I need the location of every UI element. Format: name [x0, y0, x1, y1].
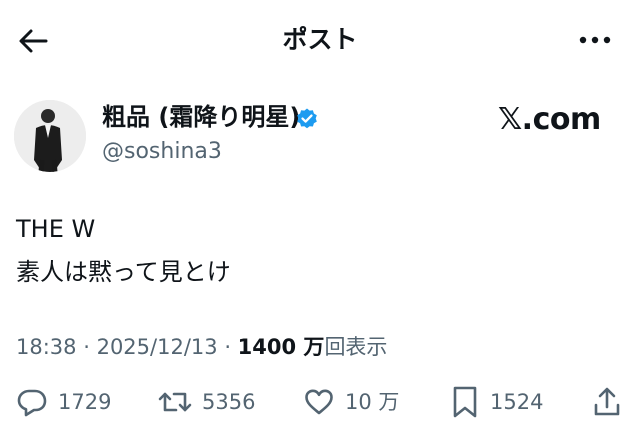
heart-icon: [305, 389, 333, 415]
share-button[interactable]: [592, 384, 622, 420]
bookmark-count: 1524: [490, 390, 544, 414]
repost-icon: [158, 392, 192, 412]
author-handle[interactable]: @soshina3: [102, 137, 222, 167]
more-button[interactable]: [578, 30, 612, 50]
tweet-text-line-1: THE W: [16, 215, 96, 243]
reply-icon: [17, 389, 47, 417]
repost-count: 5356: [202, 390, 256, 414]
view-label: 回表示: [324, 335, 388, 359]
bookmark-button[interactable]: 1524: [450, 384, 543, 420]
view-count: 1400 万: [237, 335, 325, 359]
share-icon: [594, 387, 620, 416]
tweet-text-line-2: 素人は黙って見とけ: [16, 258, 231, 286]
like-count: 10 万: [345, 390, 400, 414]
separator-dot: ·: [224, 335, 238, 359]
bookmark-icon: [453, 386, 477, 418]
separator-dot: ·: [83, 335, 97, 359]
like-button[interactable]: 10 万: [303, 384, 399, 420]
tweet-meta: 18:38 · 2025/12/13 · 1400 万回表示: [16, 332, 387, 362]
author-name[interactable]: 粗品 (霜降り明星): [102, 101, 300, 133]
avatar[interactable]: [14, 100, 86, 172]
x-com-watermark: 𝕏.com: [498, 102, 601, 137]
more-dots-icon: [579, 36, 611, 44]
tweet-time[interactable]: 18:38: [16, 335, 77, 359]
reply-count: 1729: [58, 390, 112, 414]
tweet-date[interactable]: 2025/12/13: [97, 335, 218, 359]
verified-badge-icon: [295, 107, 319, 131]
page-title: ポスト: [282, 25, 358, 54]
profile-photo: [14, 100, 86, 172]
repost-button[interactable]: 5356: [158, 384, 255, 420]
reply-button[interactable]: 1729: [16, 384, 111, 420]
